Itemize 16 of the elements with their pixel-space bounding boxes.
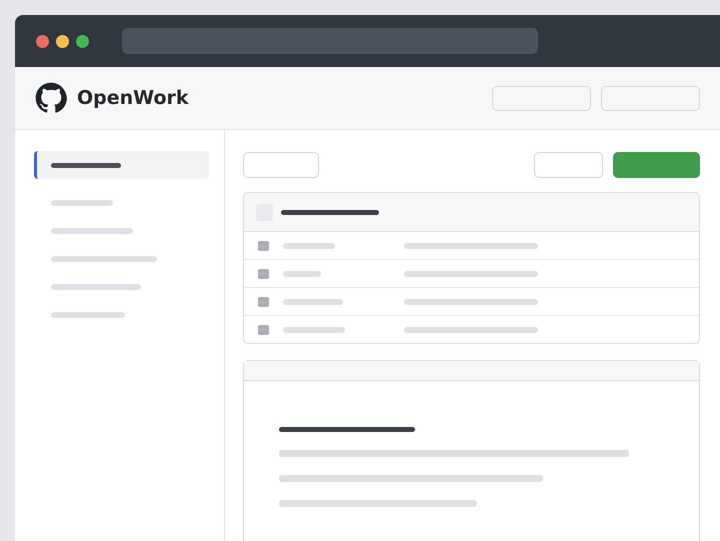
primary-button[interactable] [613,152,700,178]
sidebar-item[interactable] [34,151,209,179]
folder-icon [258,268,269,278]
folder-icon [258,240,269,250]
cat-logo-icon [35,82,67,114]
header-button[interactable] [601,86,700,110]
filter-button[interactable] [243,152,319,178]
maximize-icon[interactable] [76,34,89,48]
minimize-icon[interactable] [56,34,69,48]
address-bar[interactable] [122,28,538,54]
folder-icon [258,296,269,306]
close-icon[interactable] [36,34,49,48]
folder-icon [258,324,269,334]
header-button[interactable] [492,86,591,110]
secondary-button[interactable] [534,152,603,178]
app-name: OpenWork [77,87,189,109]
